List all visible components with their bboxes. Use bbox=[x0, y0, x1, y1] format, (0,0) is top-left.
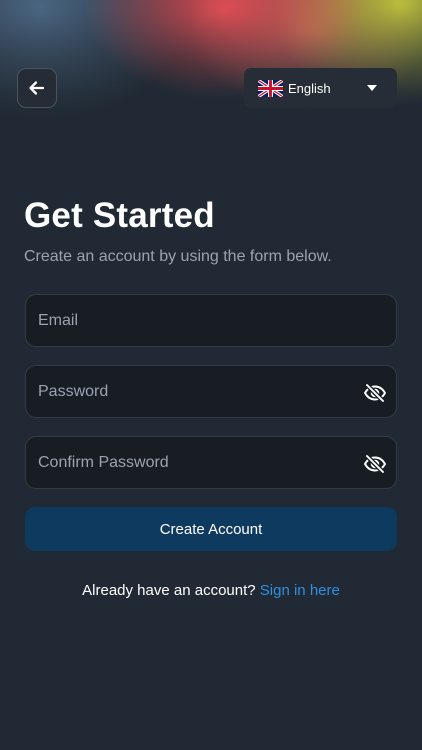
signin-prompt-row: Already have an account? Sign in here bbox=[0, 582, 422, 599]
confirm-password-field[interactable] bbox=[38, 453, 348, 472]
create-account-button[interactable]: Create Account bbox=[25, 507, 397, 551]
uk-flag-icon bbox=[258, 79, 283, 97]
language-label: English bbox=[288, 80, 331, 96]
signin-prompt-text: Already have an account? bbox=[82, 582, 256, 599]
eye-off-icon[interactable] bbox=[363, 381, 387, 405]
back-button[interactable] bbox=[17, 68, 57, 108]
page-subtitle: Create an account by using the form belo… bbox=[24, 248, 332, 265]
password-field-container bbox=[25, 365, 397, 418]
email-field-container bbox=[25, 294, 397, 347]
confirm-password-field-container bbox=[25, 436, 397, 489]
arrow-left-icon bbox=[29, 81, 45, 95]
eye-off-icon[interactable] bbox=[363, 452, 387, 476]
password-field[interactable] bbox=[38, 382, 348, 401]
page-title: Get Started bbox=[24, 196, 215, 235]
signin-link[interactable]: Sign in here bbox=[260, 582, 340, 599]
email-field[interactable] bbox=[38, 311, 348, 330]
language-selector[interactable]: English bbox=[244, 68, 397, 108]
caret-down-icon bbox=[367, 85, 377, 91]
